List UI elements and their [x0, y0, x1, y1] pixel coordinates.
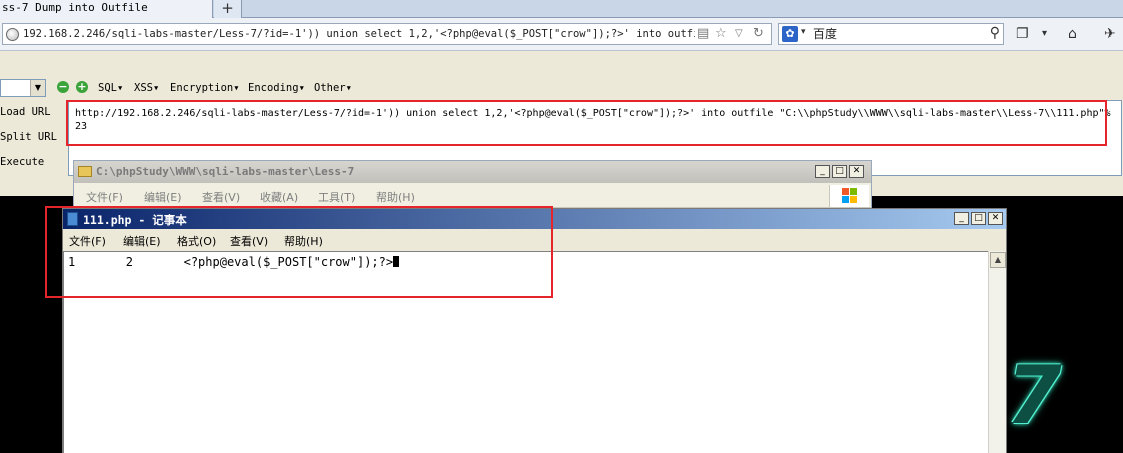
- menu-other[interactable]: Other▾: [314, 82, 352, 94]
- execute-button[interactable]: Execute: [0, 156, 44, 168]
- printer-icon[interactable]: ▤: [697, 26, 709, 42]
- load-url-button[interactable]: Load URL: [0, 106, 51, 118]
- windows-flag-icon: [842, 188, 858, 204]
- hackbar-select[interactable]: ▼: [0, 79, 46, 97]
- explorer-title: C:\phpStudy\WWW\sqli-labs-master\Less-7: [96, 165, 355, 178]
- notepad-vertical-scrollbar[interactable]: ▲: [988, 251, 1006, 453]
- baidu-paw-icon[interactable]: ✿: [782, 26, 798, 42]
- folder-icon: [78, 166, 92, 177]
- scroll-up-arrow-icon[interactable]: ▲: [990, 252, 1006, 268]
- globe-icon: [6, 28, 19, 41]
- notepad-minimize-button[interactable]: _: [954, 212, 969, 225]
- explorer-menu-help[interactable]: 帮助(H): [376, 189, 415, 205]
- menu-sql[interactable]: SQL▾: [98, 82, 123, 94]
- highlight-box-url: [66, 100, 1107, 146]
- minimize-button[interactable]: _: [815, 165, 830, 178]
- dropdown-arrow-icon[interactable]: ▽: [735, 26, 743, 42]
- bookmark-star-icon[interactable]: ☆: [715, 26, 727, 42]
- page-menu-icon[interactable]: ❐: [1016, 26, 1029, 42]
- address-bar[interactable]: 192.168.2.246/sqli-labs-master/Less-7/?i…: [2, 23, 772, 45]
- select-arrow-icon[interactable]: ▼: [30, 80, 45, 96]
- split-url-button[interactable]: Split URL: [0, 131, 57, 143]
- search-box[interactable]: ✿ ▾ 百度 ⚲: [778, 23, 1004, 45]
- menu-dropdown-icon[interactable]: ▾: [1042, 26, 1047, 42]
- tools-icon[interactable]: ✈: [1104, 26, 1116, 42]
- menu-encoding[interactable]: Encoding▾: [248, 82, 305, 94]
- new-tab-button[interactable]: +: [214, 0, 242, 18]
- explorer-menu-favorites[interactable]: 收藏(A): [260, 189, 298, 205]
- close-button[interactable]: ✕: [849, 165, 864, 178]
- search-icon[interactable]: ⚲: [990, 25, 1000, 41]
- explorer-menu-tools[interactable]: 工具(T): [318, 189, 355, 205]
- address-text[interactable]: 192.168.2.246/sqli-labs-master/Less-7/?i…: [23, 27, 695, 41]
- highlight-box-notepad: [45, 206, 553, 298]
- menu-encryption[interactable]: Encryption▾: [170, 82, 240, 94]
- windows-logo: [829, 185, 869, 207]
- navigation-bar: 192.168.2.246/sqli-labs-master/Less-7/?i…: [0, 18, 1123, 51]
- explorer-title-bar[interactable]: C:\phpStudy\WWW\sqli-labs-master\Less-7 …: [74, 161, 871, 183]
- explorer-menu-edit[interactable]: 编辑(E): [144, 189, 182, 205]
- engine-dropdown-icon[interactable]: ▾: [801, 27, 806, 37]
- decrease-icon[interactable]: −: [57, 81, 69, 93]
- notepad-maximize-button[interactable]: □: [971, 212, 986, 225]
- background-logo-seven: 7: [1006, 349, 1062, 442]
- menu-xss[interactable]: XSS▾: [134, 82, 159, 94]
- increase-icon[interactable]: +: [76, 81, 88, 93]
- home-icon[interactable]: ⌂: [1068, 26, 1077, 42]
- notepad-close-button[interactable]: ✕: [988, 212, 1003, 225]
- maximize-button[interactable]: □: [832, 165, 847, 178]
- explorer-menu-file[interactable]: 文件(F): [86, 189, 123, 205]
- explorer-menu-view[interactable]: 查看(V): [202, 189, 240, 205]
- browser-tab[interactable]: ss-7 Dump into Outfile: [0, 0, 213, 18]
- explorer-menu-bar: 文件(F) 编辑(E) 查看(V) 收藏(A) 工具(T) 帮助(H): [74, 183, 871, 208]
- tab-bar: ss-7 Dump into Outfile +: [0, 0, 1123, 18]
- search-engine-label[interactable]: 百度: [813, 27, 837, 41]
- reload-icon[interactable]: ↻: [753, 26, 764, 42]
